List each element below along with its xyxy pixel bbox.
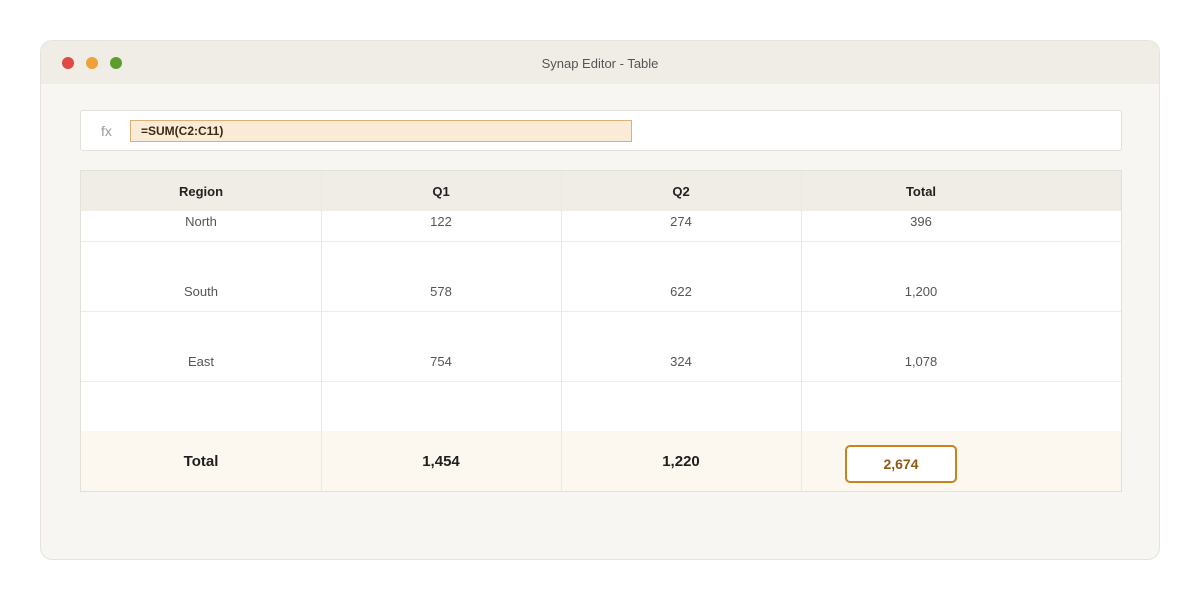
total-row-label[interactable]: Total [81,453,321,470]
row-divider [81,241,1121,242]
table-cell[interactable]: 1,078 [801,354,1041,369]
column-header-q2[interactable]: Q2 [561,184,801,199]
table-cell[interactable]: 754 [321,354,561,369]
grand-total-cell-selected[interactable]: 2,674 [845,445,957,483]
column-divider [801,171,802,491]
table-cell[interactable]: 274 [561,214,801,229]
window-title: Synap Editor - Table [541,56,659,71]
title-bar: Synap Editor - Table [41,41,1159,84]
column-divider [321,171,322,491]
table-header: Region Q1 Q2 Total [81,171,1121,211]
column-header-region[interactable]: Region [81,184,321,199]
table-cell[interactable]: East [81,354,321,369]
column-divider [561,171,562,491]
formula-bar: fx =SUM(C2:C11) [80,110,1122,151]
total-q2-cell[interactable]: 1,220 [561,453,801,470]
data-table: Region Q1 Q2 Total North 122 274 396 Sou… [80,170,1122,492]
table-cell[interactable]: 324 [561,354,801,369]
table-cell[interactable]: South [81,284,321,299]
table-cell[interactable]: 578 [321,284,561,299]
row-divider [81,381,1121,382]
row-divider [81,311,1121,312]
table-cell[interactable]: 122 [321,214,561,229]
editor-window: Synap Editor - Table fx =SUM(C2:C11) Reg… [40,40,1160,560]
table-cell[interactable]: 396 [801,214,1041,229]
table-cell[interactable]: 1,200 [801,284,1041,299]
column-header-q1[interactable]: Q1 [321,184,561,199]
total-row: Total 1,454 1,220 [81,431,1121,491]
formula-input[interactable]: =SUM(C2:C11) [130,120,632,142]
fx-label: fx [101,123,112,139]
table-cell[interactable]: 622 [561,284,801,299]
total-q1-cell[interactable]: 1,454 [321,453,561,470]
table-cell[interactable]: North [81,214,321,229]
column-header-total[interactable]: Total [801,184,1041,199]
